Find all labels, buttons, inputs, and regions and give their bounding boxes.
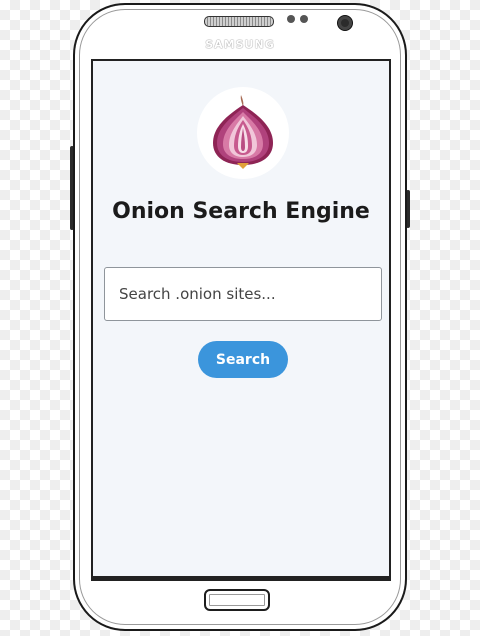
search-button[interactable]: Search [198, 341, 288, 378]
front-camera [338, 16, 352, 30]
earpiece-speaker [204, 16, 274, 27]
device-brand: SAMSUNG [205, 38, 275, 51]
onion-icon [213, 95, 273, 169]
app-screen: Onion Search Engine Search [91, 59, 391, 581]
app-logo [197, 87, 289, 179]
home-button[interactable] [204, 589, 270, 611]
proximity-sensor [287, 15, 295, 23]
search-input[interactable] [104, 267, 382, 321]
screen-bottom-edge [93, 576, 389, 579]
page-title: Onion Search Engine [112, 199, 370, 224]
light-sensor [300, 15, 308, 23]
